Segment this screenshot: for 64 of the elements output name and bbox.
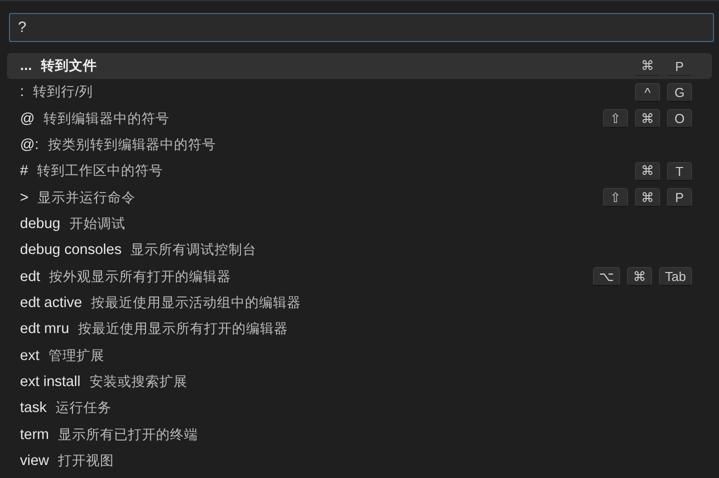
command-prefix: @: [20, 110, 35, 127]
command-list-item[interactable]: view 打开视图: [7, 448, 712, 474]
command-list-item[interactable]: debug consoles 显示所有调试控制台: [7, 237, 712, 264]
keyboard-key: ⌘: [635, 162, 660, 181]
keyboard-key: ^: [635, 82, 660, 102]
command-list-item[interactable]: @: 按类别转到编辑器中的符号: [7, 132, 712, 158]
command-label: 按最近使用显示活动组中的编辑器: [91, 294, 302, 312]
command-list-item[interactable]: ... 转到文件 ⌘ P: [7, 53, 712, 80]
command-list-item[interactable]: > 显示并运行命令 ⇧ ⌘ P: [7, 184, 712, 211]
keyboard-key: P: [667, 56, 692, 76]
keyboard-key: ⌘: [627, 267, 652, 286]
command-prefix: edt mru: [20, 321, 70, 338]
command-prefix: @:: [20, 137, 39, 154]
command-prefix: :: [20, 84, 24, 100]
command-list-item[interactable]: debug 开始调试: [7, 210, 712, 238]
command-label: 按外观显示所有打开的编辑器: [49, 268, 232, 286]
command-label: 转到编辑器中的符号: [44, 110, 170, 128]
command-prefix: debug: [20, 216, 60, 232]
command-prefix: ...: [20, 58, 32, 74]
search-field[interactable]: ?: [9, 13, 714, 42]
command-list-item[interactable]: term 显示所有已打开的终端: [7, 422, 712, 448]
keyboard-key: ⌘: [635, 56, 660, 76]
command-label: 管理扩展: [48, 346, 104, 365]
keyboard-key: ⌘: [635, 188, 660, 208]
command-list-item[interactable]: edt active 按最近使用显示活动组中的编辑器: [7, 290, 712, 316]
command-list-item[interactable]: @ 转到编辑器中的符号 ⇧ ⌘ O: [7, 106, 712, 132]
command-list-item[interactable]: ext 管理扩展: [7, 342, 712, 369]
command-prefix: #: [20, 163, 28, 180]
command-label: 转到行/列: [33, 83, 93, 102]
command-list-item[interactable]: edt 按外观显示所有打开的编辑器 ⌥ ⌘ Tab: [7, 264, 712, 290]
keyboard-key: Tab: [659, 267, 692, 286]
command-list-item[interactable]: edt mru 按最近使用显示所有打开的编辑器: [7, 316, 712, 343]
command-prefix: edt active: [20, 295, 82, 312]
command-list-item[interactable]: # 转到工作区中的符号 ⌘ T: [7, 158, 712, 185]
command-prefix: task: [20, 400, 47, 416]
keyboard-key: ⌥: [593, 267, 620, 286]
command-prefix: term: [20, 426, 49, 443]
command-label: 开始调试: [69, 215, 126, 234]
command-label: 转到文件: [41, 57, 98, 76]
keyboard-key: T: [667, 162, 692, 181]
command-label: 运行任务: [56, 399, 112, 418]
command-prefix: edt: [20, 268, 40, 285]
command-label: 显示并运行命令: [37, 188, 136, 207]
command-list-item[interactable]: task 运行任务: [7, 395, 712, 422]
command-prefix: ext install: [20, 374, 80, 390]
command-label: 安装或搜索扩展: [89, 373, 188, 392]
command-label: 打开视图: [58, 452, 114, 470]
command-prefix: debug consoles: [20, 242, 122, 258]
command-label: 显示所有调试控制台: [130, 241, 257, 260]
keyboard-key: ⇧: [603, 109, 628, 128]
command-label: 转到工作区中的符号: [37, 162, 164, 180]
keyboard-key: G: [667, 82, 692, 102]
keyboard-key: ⇧: [603, 188, 628, 208]
command-label: 按类别转到编辑器中的符号: [48, 136, 216, 154]
command-label: 按最近使用显示所有打开的编辑器: [78, 320, 288, 338]
command-list-item[interactable]: : 转到行/列 ^ G: [7, 79, 712, 106]
command-prefix: >: [20, 190, 28, 206]
keyboard-key: P: [667, 188, 692, 208]
keyboard-key: ⌘: [635, 109, 660, 128]
command-list-item[interactable]: ext install 安装或搜索扩展: [7, 368, 712, 396]
keyboard-key: O: [667, 109, 692, 128]
command-label: 显示所有已打开的终端: [58, 426, 198, 444]
command-prefix: view: [20, 453, 50, 470]
command-prefix: ext: [20, 348, 40, 364]
